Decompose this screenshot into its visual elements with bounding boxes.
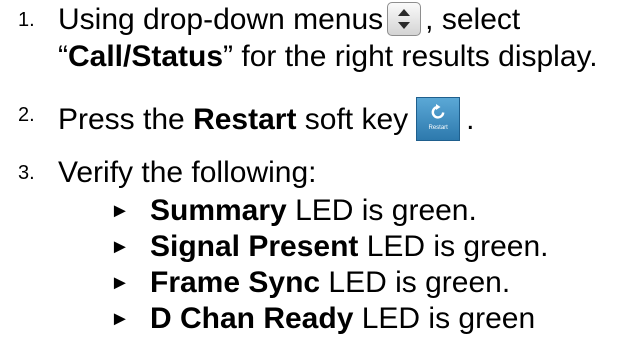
list-item: ► Frame Sync LED is green. (110, 265, 510, 301)
step-2-line: Press the Restart soft key Restart. (58, 97, 475, 141)
led-status: LED is green (353, 302, 536, 335)
led-name: D Chan Ready (150, 302, 354, 335)
up-down-arrows-icon (387, 2, 422, 36)
bullet-arrow-icon: ► (110, 200, 130, 222)
led-name: Frame Sync (150, 266, 321, 299)
led-name: Signal Present (150, 230, 359, 263)
step-1-number: 1. (18, 9, 35, 31)
list-item: ► D Chan Ready LED is green (110, 301, 535, 337)
list-item: ► Summary LED is green. (110, 193, 477, 229)
restart-icon (431, 104, 445, 119)
call-status-option: Call/Status (68, 40, 224, 73)
restart-label: Restart (193, 103, 297, 136)
step-2-period: . (466, 103, 475, 136)
restart-soft-key[interactable]: Restart (416, 97, 461, 141)
step-2-text-start: Press the (58, 103, 194, 136)
step-3-line: Verify the following: (58, 156, 317, 189)
step-1-line-1: Using drop-down menus , select (58, 2, 520, 38)
list-item: ► Signal Present LED is green. (110, 229, 549, 265)
step-3-number: 3. (18, 162, 35, 184)
step-1-text-end: , select (425, 3, 521, 36)
led-status: LED is green. (286, 194, 477, 227)
led-status: LED is green. (320, 266, 511, 299)
led-status: LED is green. (358, 230, 549, 263)
step-2-number: 2. (18, 104, 35, 126)
step-1-line-2: “Call/Status” for the right results disp… (58, 39, 598, 75)
bullet-arrow-icon: ► (110, 272, 130, 294)
step-1-text-start: Using drop-down menus (58, 3, 384, 36)
step-2-text-end: soft key (296, 103, 409, 136)
restart-key-label: Restart (428, 125, 448, 131)
open-quote: “ (58, 40, 68, 73)
led-name: Summary (150, 194, 287, 227)
bullet-arrow-icon: ► (110, 308, 130, 330)
bullet-arrow-icon: ► (110, 236, 130, 258)
step-1-line-2-rest: ” for the right results display. (223, 40, 598, 73)
